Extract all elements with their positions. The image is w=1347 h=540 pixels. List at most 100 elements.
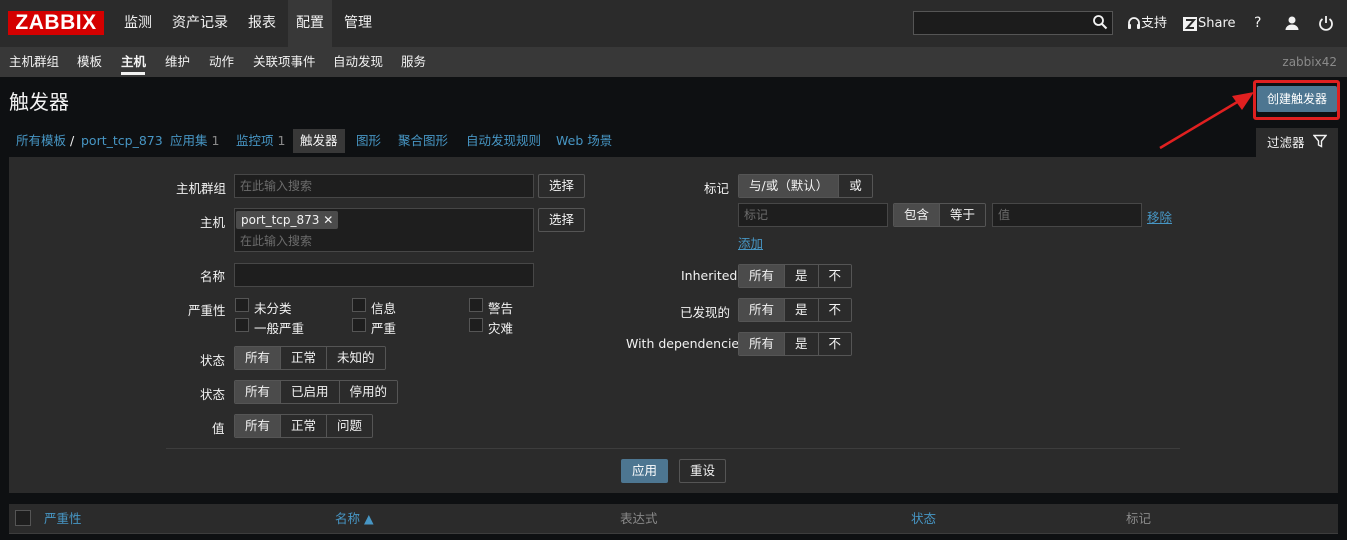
inherited-yes-option[interactable]: 是: [785, 265, 819, 287]
share-link[interactable]: Share: [1198, 0, 1236, 47]
submenu-maintenance[interactable]: 维护: [165, 47, 190, 77]
tab-applications[interactable]: 应用集 1: [170, 129, 219, 153]
tab-discovery-rules[interactable]: 自动发现规则: [466, 129, 541, 153]
status-radio-group: 所有 已启用 停用的: [234, 380, 399, 404]
tag-name-input[interactable]: 标记: [738, 203, 888, 227]
tags-label: 标记: [704, 181, 730, 196]
submenu-discovery[interactable]: 自动发现: [333, 47, 383, 77]
status-enabled-option[interactable]: 已启用: [281, 381, 340, 403]
severity-information-checkbox[interactable]: [352, 298, 366, 312]
breadcrumb-all-templates[interactable]: 所有模板: [16, 129, 66, 153]
severity-disaster-checkbox[interactable]: [469, 318, 483, 332]
discovered-no-option[interactable]: 不: [818, 299, 852, 321]
menu-reports[interactable]: 报表: [248, 0, 276, 47]
zabbix-logo[interactable]: ZABBIX: [8, 11, 104, 35]
reset-button[interactable]: 重设: [679, 459, 726, 483]
host-tag-chip[interactable]: port_tcp_873 ✕: [236, 211, 339, 229]
column-severity[interactable]: 严重性: [44, 508, 82, 530]
headset-icon: [1128, 17, 1140, 29]
tab-items[interactable]: 监控项 1: [236, 129, 285, 153]
dependencies-no-option[interactable]: 不: [818, 333, 852, 355]
submenu-host-groups[interactable]: 主机群组: [9, 47, 59, 77]
column-tags: 标记: [1126, 511, 1152, 526]
value-problem-option[interactable]: 问题: [327, 415, 373, 437]
state-radio-group: 所有 正常 未知的: [234, 346, 386, 370]
filter-funnel-icon[interactable]: [1313, 134, 1327, 148]
host-tag-label: port_tcp_873: [241, 213, 320, 227]
remove-tag-x-icon[interactable]: ✕: [323, 213, 333, 227]
name-label: 名称: [200, 269, 226, 284]
discovered-all-option[interactable]: 所有: [739, 299, 786, 321]
page-title: 触发器: [9, 90, 69, 114]
apply-button[interactable]: 应用: [621, 459, 668, 483]
state-all-option[interactable]: 所有: [235, 347, 282, 369]
submenu-templates[interactable]: 模板: [77, 47, 102, 77]
severity-high-checkbox[interactable]: [352, 318, 366, 332]
severity-warning-label: 警告: [488, 301, 514, 316]
sub-navigation-bar: [0, 47, 1347, 77]
dependencies-yes-option[interactable]: 是: [785, 333, 819, 355]
tag-add-link[interactable]: 添加: [738, 233, 763, 252]
tag-value-input[interactable]: 值: [992, 203, 1142, 227]
status-disabled-option[interactable]: 停用的: [339, 381, 398, 403]
dependencies-all-option[interactable]: 所有: [739, 333, 786, 355]
tab-items-label: 监控项: [236, 133, 274, 148]
inherited-all-option[interactable]: 所有: [739, 265, 786, 287]
tab-triggers[interactable]: 触发器: [293, 129, 345, 153]
host-group-input[interactable]: 在此输入搜索: [234, 174, 534, 198]
submenu-services[interactable]: 服务: [401, 47, 426, 77]
server-name: zabbix42: [1282, 55, 1337, 69]
menu-inventory[interactable]: 资产记录: [172, 0, 228, 47]
column-name[interactable]: 名称 ▲: [335, 508, 374, 530]
host-select-button[interactable]: 选择: [538, 208, 585, 232]
menu-administration[interactable]: 管理: [344, 0, 372, 47]
breadcrumb-separator: /: [70, 133, 75, 148]
tab-graphs[interactable]: 图形: [356, 129, 381, 153]
tags-and-or-option[interactable]: 与/或（默认）: [739, 175, 840, 197]
user-profile-icon[interactable]: [1284, 15, 1300, 31]
state-label: 状态: [200, 353, 226, 368]
menu-configuration[interactable]: 配置: [288, 0, 332, 47]
tab-web-scenarios[interactable]: Web 场景: [556, 129, 612, 153]
global-search-input[interactable]: [913, 11, 1113, 35]
discovered-yes-option[interactable]: 是: [785, 299, 819, 321]
tab-screens[interactable]: 聚合图形: [398, 129, 448, 153]
submenu-actions[interactable]: 动作: [209, 47, 234, 77]
tag-contains-option[interactable]: 包含: [894, 204, 941, 226]
help-icon[interactable]: ?: [1254, 0, 1261, 47]
value-label: 值: [212, 421, 225, 436]
name-input[interactable]: [234, 263, 534, 287]
severity-warning-checkbox[interactable]: [469, 298, 483, 312]
inherited-radio-group: 所有 是 不: [738, 264, 853, 288]
zabbix-share-icon: [1183, 17, 1197, 31]
tag-remove-link[interactable]: 移除: [1147, 207, 1172, 226]
state-normal-option[interactable]: 正常: [281, 347, 328, 369]
discovered-label: 已发现的: [680, 305, 731, 320]
filter-divider: [166, 448, 1180, 449]
state-unknown-option[interactable]: 未知的: [327, 347, 385, 369]
menu-monitoring[interactable]: 监测: [124, 0, 152, 47]
dependencies-radio-group: 所有 是 不: [738, 332, 853, 356]
value-ok-option[interactable]: 正常: [281, 415, 328, 437]
severity-disaster-label: 灾难: [488, 321, 514, 336]
search-icon[interactable]: [1092, 14, 1108, 30]
inherited-no-option[interactable]: 不: [818, 265, 852, 287]
value-radio-group: 所有 正常 问题: [234, 414, 374, 438]
severity-not-classified-checkbox[interactable]: [235, 298, 249, 312]
severity-average-checkbox[interactable]: [235, 318, 249, 332]
host-group-select-button[interactable]: 选择: [538, 174, 585, 198]
host-group-label: 主机群组: [176, 181, 227, 196]
column-expression: 表达式: [620, 511, 658, 526]
tags-or-option[interactable]: 或: [839, 175, 872, 197]
value-all-option[interactable]: 所有: [235, 415, 282, 437]
select-all-checkbox[interactable]: [15, 510, 31, 526]
submenu-correlation[interactable]: 关联项事件: [253, 47, 316, 77]
dependencies-label: With dependencies: [626, 336, 746, 351]
breadcrumb-host[interactable]: port_tcp_873: [81, 129, 163, 153]
column-status[interactable]: 状态: [911, 508, 936, 530]
tag-equals-option[interactable]: 等于: [940, 204, 986, 226]
power-sign-out-icon[interactable]: [1318, 15, 1334, 31]
support-link[interactable]: 支持: [1141, 0, 1167, 47]
status-all-option[interactable]: 所有: [235, 381, 282, 403]
severity-not-classified-label: 未分类: [254, 301, 292, 316]
